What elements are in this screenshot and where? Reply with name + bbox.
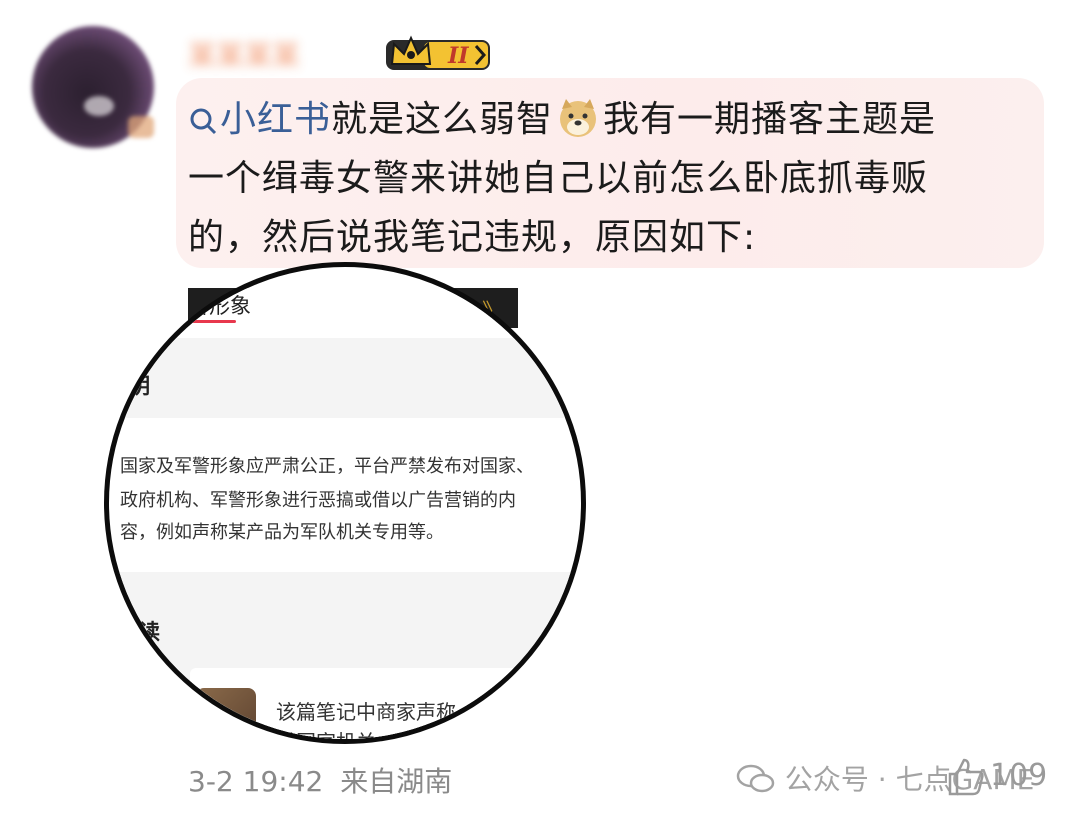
- post-meta: 3-2 19:42 来自湖南: [188, 760, 452, 800]
- avatar-detail: [84, 96, 114, 116]
- location: 来自湖南: [340, 765, 453, 798]
- avatar-detail: [128, 116, 154, 138]
- thumbs-up-icon[interactable]: [944, 756, 986, 798]
- username[interactable]: 某某某某: [188, 34, 300, 74]
- wechat-icon: [736, 764, 775, 793]
- tab-title: 警形象: [188, 294, 251, 318]
- comment-text: 小红书就是这么弱智 我有一期播客主题是 一个缉毒女警来讲她自己以前怎么卧底抓毒贩 …: [188, 90, 1038, 267]
- like-count: 109: [990, 758, 1048, 793]
- user-avatar[interactable]: [32, 26, 154, 148]
- magnified-screenshot: 警形象 说明 国家及军警形象应严肃公正，平台严禁发布对国家、 政府机构、军警形象…: [104, 262, 586, 744]
- timestamp: 3-2 19:42: [188, 765, 324, 798]
- section-header-band: [109, 338, 581, 418]
- badge-label: II: [447, 43, 469, 69]
- hashtag-link[interactable]: 小红书: [188, 99, 331, 140]
- doge-emoji-icon: [560, 99, 597, 137]
- card-text: 供国家机关: [276, 730, 376, 744]
- tab-underline: [190, 320, 236, 323]
- section-title: 说明: [108, 374, 150, 398]
- section-title: 解读: [118, 620, 160, 644]
- search-icon: [190, 108, 217, 135]
- comment-line: 就是这么弱智: [331, 99, 554, 140]
- rule-text: 容，例如声称某产品为军队机关专用等。: [120, 522, 444, 543]
- card-thumbnail: [196, 688, 256, 739]
- rule-text: 政府机构、军警形象进行恶搞或借以广告营销的内: [120, 490, 516, 511]
- comment-line: 我有一期播客主题是: [603, 99, 937, 140]
- rule-text: 国家及军警形象应严肃公正，平台严禁发布对国家、: [120, 456, 534, 477]
- comment-line: 的，然后说我笔记违规，原因如下:: [188, 217, 757, 258]
- card-text: 该篇笔记中商家声称: [276, 700, 456, 724]
- tab-bar: [109, 288, 581, 334]
- comment-line: 一个缉毒女警来讲她自己以前怎么卧底抓毒贩: [188, 158, 929, 199]
- level-badge-icon: II: [386, 35, 490, 70]
